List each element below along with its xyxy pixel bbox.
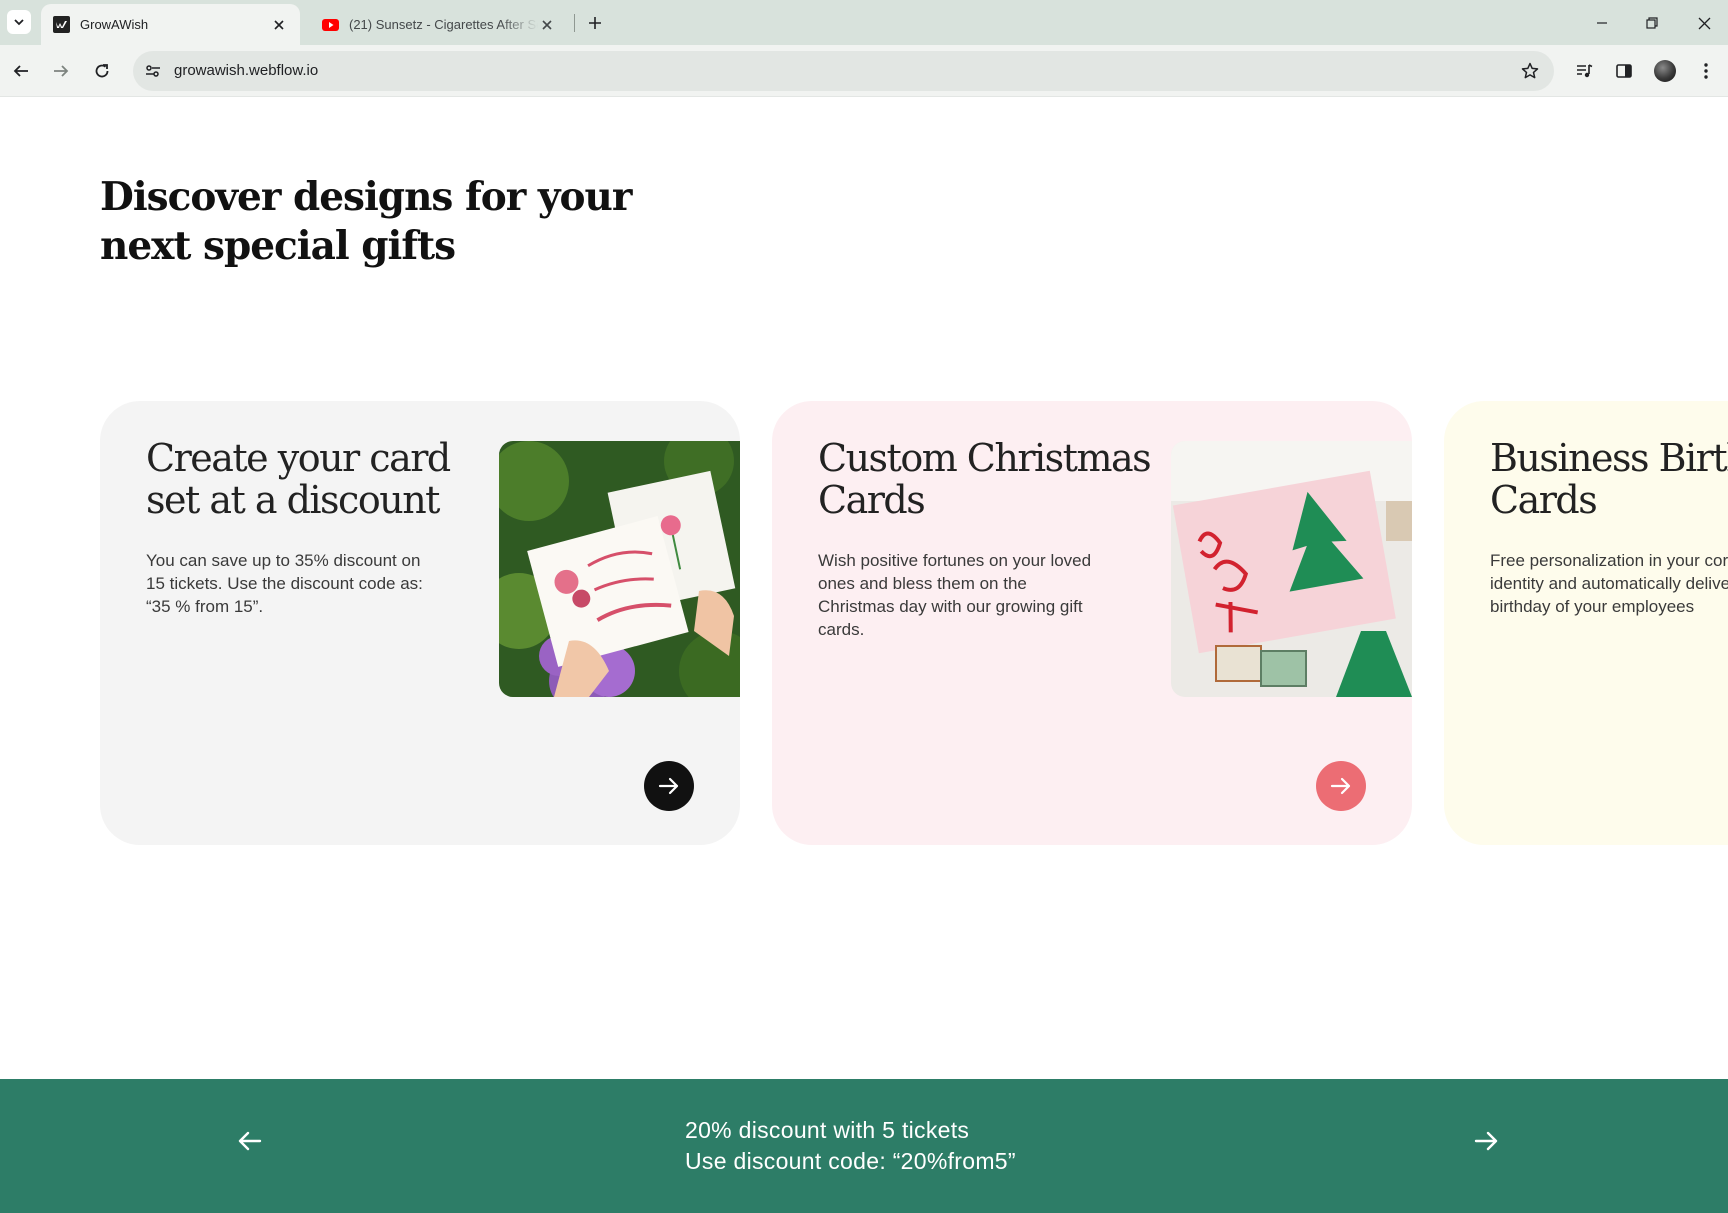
arrow-right-icon	[658, 777, 679, 795]
arrow-right-icon	[54, 65, 69, 77]
tab-growawish[interactable]: GrowAWish	[41, 4, 300, 45]
tab-search-button[interactable]	[7, 10, 31, 34]
promo-line-1: 20% discount with 5 tickets	[685, 1117, 970, 1143]
plus-icon	[589, 17, 601, 29]
youtube-icon	[322, 16, 339, 33]
reload-button[interactable]	[88, 57, 116, 85]
minimize-icon	[1597, 22, 1607, 24]
browser-menu-button[interactable]	[1693, 58, 1719, 84]
forward-button[interactable]	[47, 57, 75, 85]
tab-separator	[574, 14, 575, 32]
discount-card[interactable]: Create your card set at a discount You c…	[100, 401, 740, 845]
close-window-button[interactable]	[1691, 10, 1717, 36]
browser-toolbar: growawish.webflow.io	[0, 45, 1728, 97]
tab-title: (21) Sunsetz - Cigarettes After Sex	[349, 17, 538, 32]
back-button[interactable]	[7, 57, 35, 85]
chevron-down-icon	[14, 19, 24, 26]
media-controls-icon[interactable]	[1571, 58, 1597, 84]
card-arrow-button[interactable]	[1316, 761, 1366, 811]
more-vertical-icon	[1704, 63, 1708, 79]
reload-icon	[95, 64, 109, 78]
christmas-card[interactable]: Custom Christmas Cards Wish positive for…	[772, 401, 1412, 845]
card-arrow-button[interactable]	[644, 761, 694, 811]
site-info-icon[interactable]	[141, 59, 165, 83]
restore-icon	[1646, 17, 1658, 29]
close-tab-icon[interactable]	[270, 16, 288, 34]
arrow-right-icon	[1330, 777, 1351, 795]
card-description: You can save up to 35% discount on 15 ti…	[146, 551, 423, 616]
tab-youtube[interactable]: (21) Sunsetz - Cigarettes After Sex	[312, 4, 566, 45]
business-birthday-card[interactable]: Business Birth Cards Free personalizatio…	[1444, 401, 1728, 845]
headline-line-2: next special gifts	[100, 223, 456, 269]
avatar-icon	[1654, 60, 1676, 82]
arrow-left-icon	[238, 1131, 262, 1151]
restore-button[interactable]	[1639, 10, 1665, 36]
promo-line-2: Use discount code: “20%from5”	[685, 1148, 1016, 1174]
browser-tab-bar: GrowAWish (21) Sunsetz - Cigarettes Afte…	[0, 0, 1728, 45]
page-content: Discover designs for your next special g…	[0, 97, 1728, 1213]
side-panel-icon[interactable]	[1611, 58, 1637, 84]
new-tab-button[interactable]	[584, 12, 606, 34]
promo-text: 20% discount with 5 tickets Use discount…	[685, 1115, 1016, 1177]
webflow-icon	[53, 16, 70, 33]
card-description: Wish positive fortunes on your loved one…	[818, 551, 1092, 639]
card-title: Business Birth Cards	[1490, 436, 1728, 522]
page-headline: Discover designs for your next special g…	[100, 173, 660, 271]
card-description: Free personalization in your corporate i…	[1490, 551, 1728, 616]
flower-cards-image	[499, 441, 740, 697]
card-title: Create your card set at a discount	[146, 436, 451, 522]
tab-title: GrowAWish	[80, 17, 149, 32]
url-text: growawish.webflow.io	[174, 62, 319, 79]
address-bar[interactable]: growawish.webflow.io	[133, 51, 1554, 91]
minimize-button[interactable]	[1589, 10, 1615, 36]
profile-avatar[interactable]	[1652, 58, 1678, 84]
card-title: Custom Christmas Cards	[818, 436, 1152, 522]
close-icon	[1698, 17, 1710, 29]
christmas-card-image	[1171, 441, 1412, 697]
promo-banner: 20% discount with 5 tickets Use discount…	[0, 1079, 1728, 1213]
promo-next-button[interactable]	[1468, 1123, 1504, 1159]
arrow-left-icon	[13, 65, 28, 77]
close-tab-icon[interactable]	[538, 16, 556, 34]
arrow-right-icon	[1474, 1131, 1498, 1151]
promo-prev-button[interactable]	[232, 1123, 268, 1159]
bookmark-star-icon[interactable]	[1518, 59, 1542, 83]
headline-line-1: Discover designs for your	[100, 174, 632, 220]
